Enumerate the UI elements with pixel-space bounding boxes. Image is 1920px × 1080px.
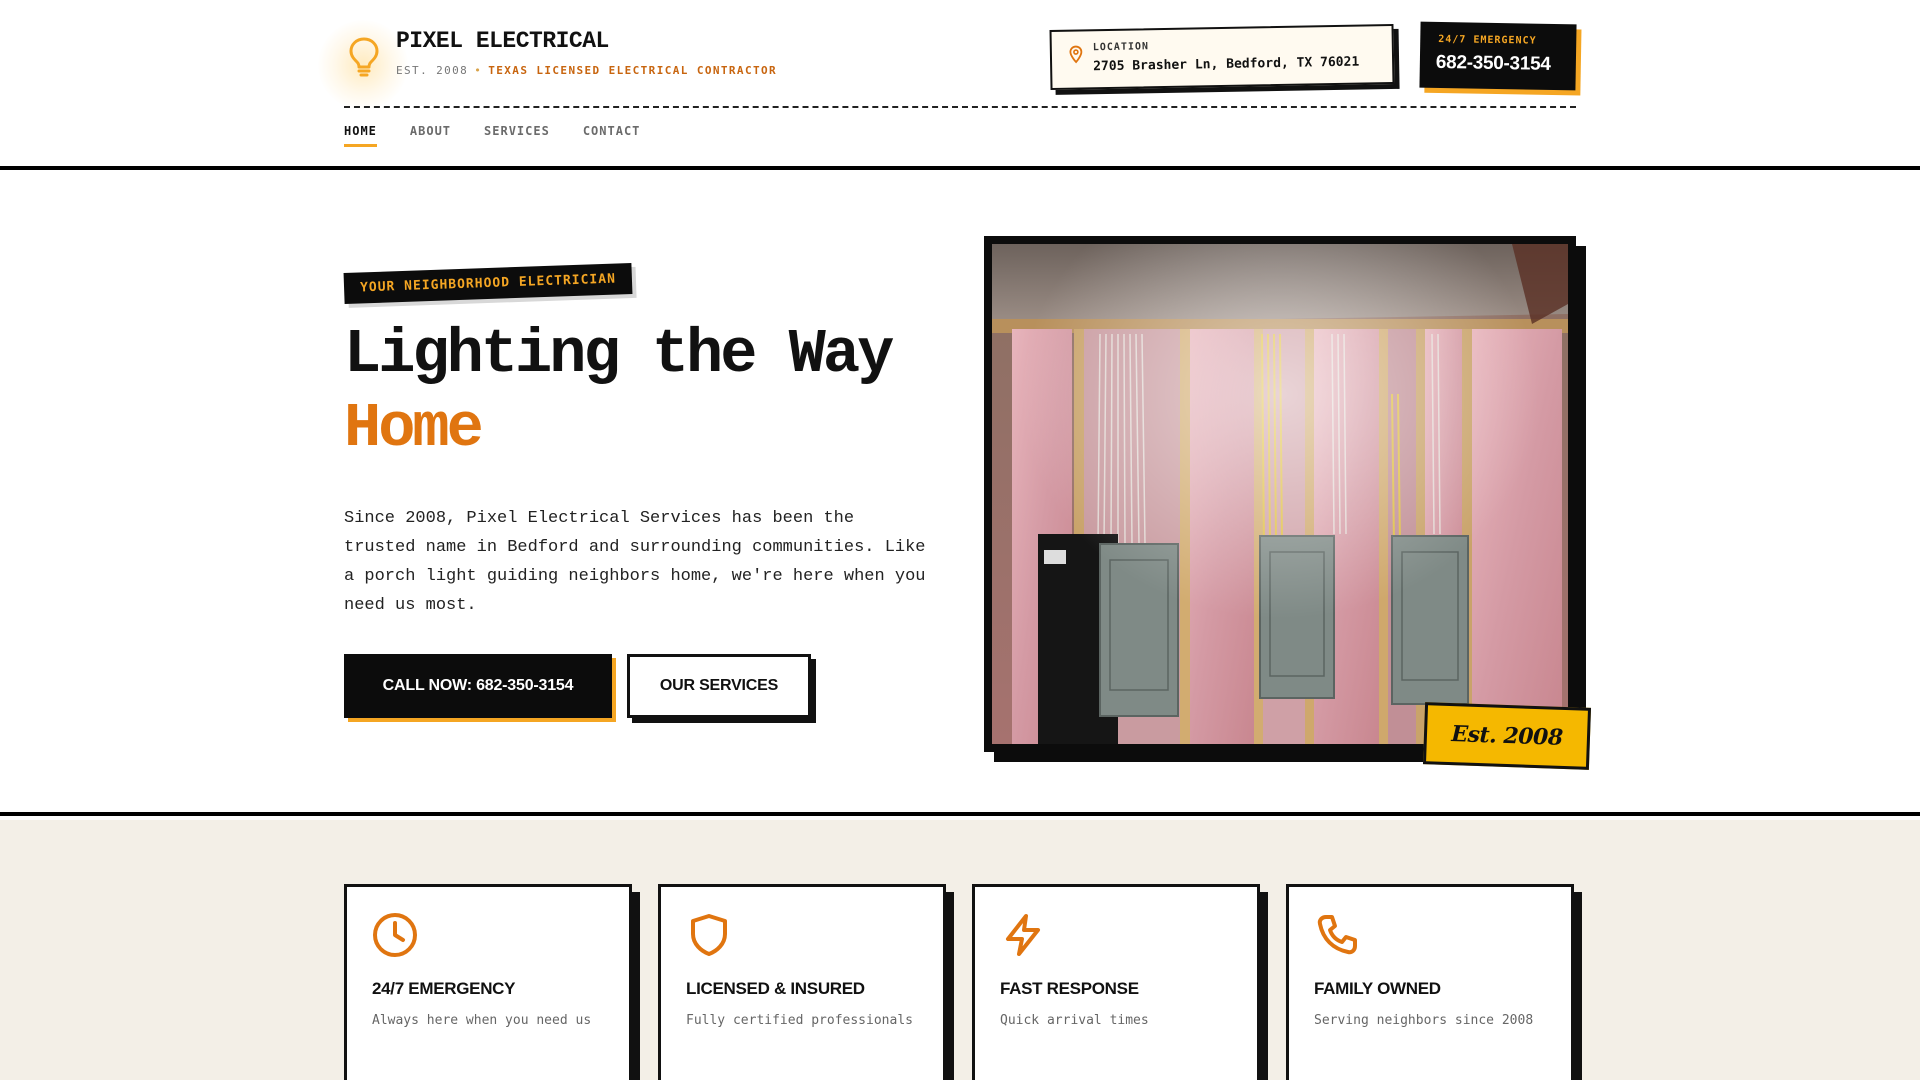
emergency-phone[interactable]: 682-350-3154 — [1436, 52, 1551, 76]
clock-icon — [373, 913, 417, 957]
feature-desc: Quick arrival times — [1000, 1013, 1149, 1028]
nav-item-services[interactable]: SERVICES — [484, 124, 550, 147]
site-header: PIXEL ELECTRICAL EST. 2008 • TEXAS LICENSE… — [0, 0, 1920, 170]
brand-name[interactable]: PIXEL ELECTRICAL — [396, 28, 609, 54]
feature-desc: Serving neighbors since 2008 — [1314, 1013, 1534, 1028]
brand-est: EST. 2008 — [396, 64, 469, 77]
our-services-button[interactable]: OUR SERVICES — [627, 654, 811, 718]
nav-item-home[interactable]: HOME — [344, 124, 377, 147]
hero-description: Since 2008, Pixel Electrical Services ha… — [344, 509, 926, 615]
location-label: LOCATION — [1092, 41, 1150, 54]
features-section: 24/7 EMERGENCY Always here when you need… — [0, 820, 1920, 1080]
hero-headline: Lighting the Way Home — [344, 318, 894, 466]
emergency-label: 24/7 EMERGENCY — [1438, 33, 1537, 47]
brand-license: TEXAS LICENSED ELECTRICAL CONTRACTOR — [488, 64, 778, 77]
main-nav: HOME ABOUT SERVICES CONTACT — [344, 124, 640, 147]
hero-section: YOUR NEIGHBORHOOD ELECTRICIAN Lighting t… — [0, 170, 1920, 816]
feature-desc: Fully certified professionals — [686, 1013, 913, 1028]
shield-icon — [691, 914, 727, 956]
feature-title: 24/7 EMERGENCY — [372, 979, 516, 998]
lightning-icon — [1006, 914, 1040, 956]
feature-card-emergency: 24/7 EMERGENCY Always here when you need… — [344, 884, 632, 1080]
phone-icon — [1317, 915, 1357, 955]
location-address: 2705 Brasher Ln, Bedford, TX 76021 — [1093, 54, 1360, 75]
feature-desc: Always here when you need us — [372, 1013, 592, 1028]
headline-line2: Home — [344, 393, 484, 464]
lightbulb-icon — [349, 37, 379, 77]
feature-title: FAST RESPONSE — [1000, 979, 1139, 998]
brand-tagline: EST. 2008 • TEXAS LICENSED ELECTRICAL CONT… — [396, 64, 777, 77]
electrical-panels-photo — [992, 244, 1568, 744]
feature-card-family: FAMILY OWNED Serving neighbors since 200… — [1286, 884, 1574, 1080]
brand-separator: • — [474, 64, 483, 77]
hero-tag: YOUR NEIGHBORHOOD ELECTRICIAN — [343, 262, 633, 305]
nav-item-about[interactable]: ABOUT — [410, 124, 451, 147]
map-pin-icon — [1069, 45, 1083, 64]
feature-title: FAMILY OWNED — [1314, 979, 1441, 998]
emergency-card[interactable]: 24/7 EMERGENCY 682-350-3154 — [1419, 21, 1577, 91]
call-now-button[interactable]: CALL NOW: 682-350-3154 — [344, 654, 612, 718]
headline-line1: Lighting the Way — [344, 319, 894, 390]
nav-item-contact[interactable]: CONTACT — [583, 124, 641, 147]
hero-photo-frame — [984, 236, 1576, 752]
header-divider — [344, 106, 1576, 108]
est-badge: Est. 2008 — [1422, 702, 1592, 770]
feature-title: LICENSED & INSURED — [686, 979, 865, 998]
location-card: LOCATION 2705 Brasher Ln, Bedford, TX 76… — [1049, 24, 1395, 90]
feature-card-fast-response: FAST RESPONSE Quick arrival times — [972, 884, 1260, 1080]
feature-card-licensed: LICENSED & INSURED Fully certified profe… — [658, 884, 946, 1080]
